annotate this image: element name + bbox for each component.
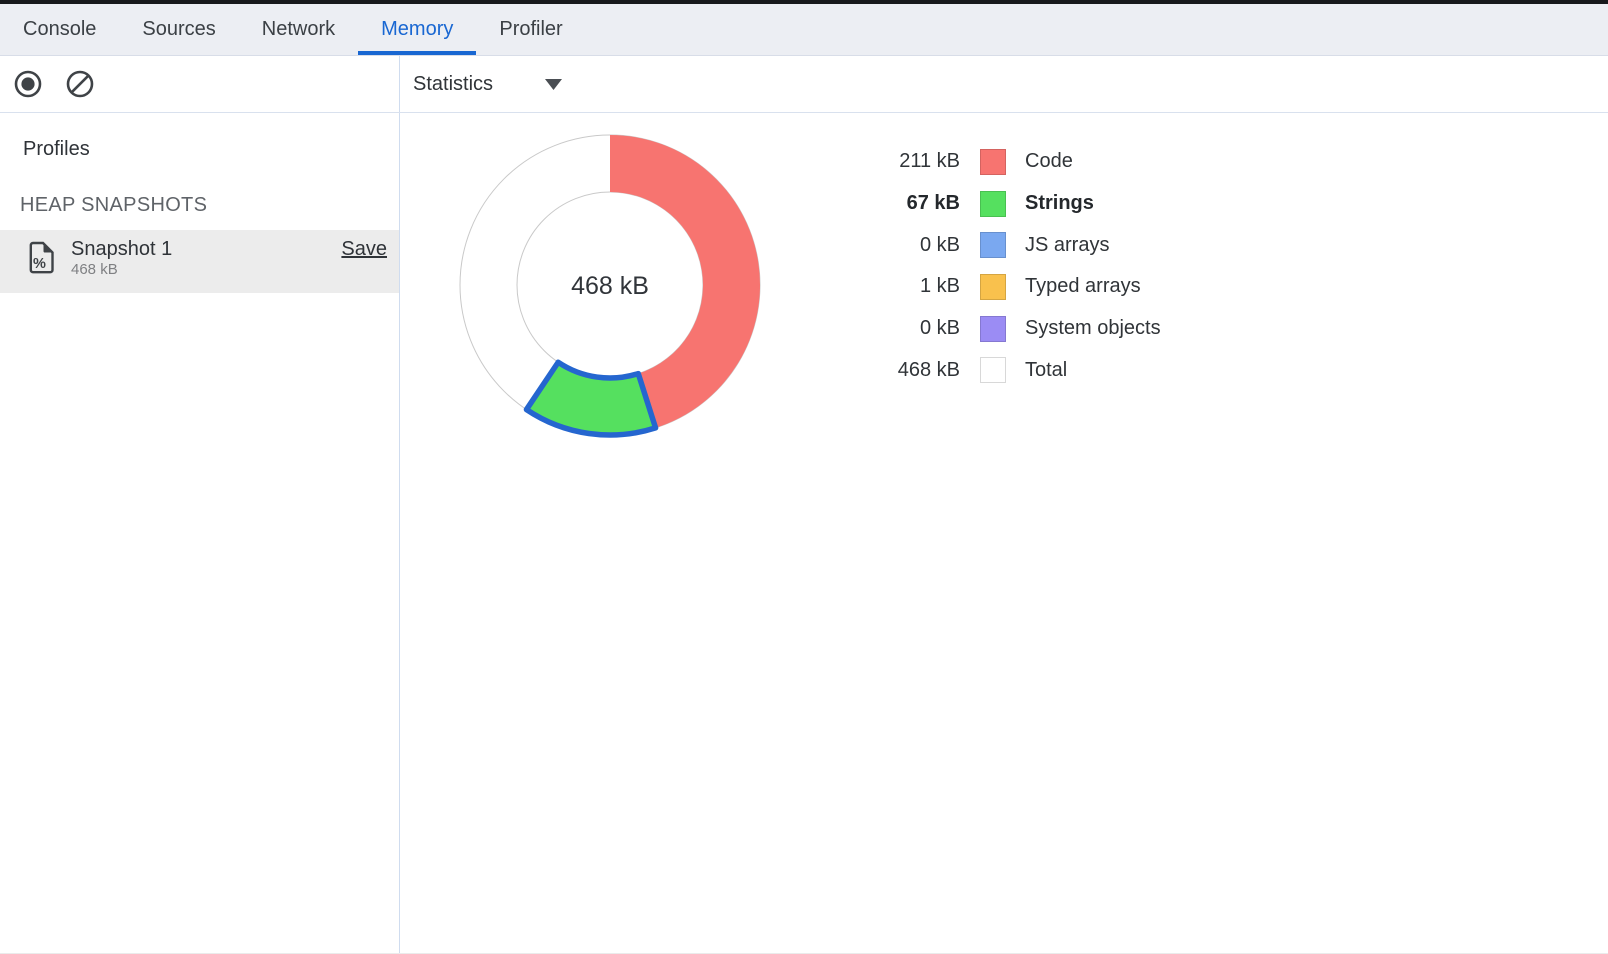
record-heap-snapshot-button[interactable] [13, 69, 43, 99]
legend-row-typed-arrays[interactable]: 1 kB Typed arrays [850, 266, 1161, 308]
snapshot-save-link[interactable]: Save [341, 238, 387, 261]
legend-swatch [980, 316, 1006, 342]
snapshot-list-item[interactable]: % Snapshot 1 468 kB Save [0, 230, 399, 293]
legend-label: Strings [1025, 192, 1094, 215]
legend-row-js-arrays[interactable]: 0 kB JS arrays [850, 224, 1161, 266]
tab-console[interactable]: Console [0, 4, 119, 55]
legend-value: 211 kB [850, 150, 960, 173]
snapshot-name: Snapshot 1 [71, 238, 172, 261]
snapshot-size: 468 kB [71, 261, 172, 279]
legend-row-strings[interactable]: 67 kB Strings [850, 183, 1161, 225]
legend-swatch [980, 274, 1006, 300]
toolbar-left [0, 56, 400, 112]
legend-value: 468 kB [850, 359, 960, 382]
legend-swatch [980, 149, 1006, 175]
legend-value: 0 kB [850, 234, 960, 257]
devtools-window: Console Sources Network Memory Profiler [0, 0, 1608, 954]
chart-legend: 211 kB Code 67 kB Strings 0 kB JS arrays… [850, 141, 1161, 391]
tab-memory[interactable]: Memory [358, 4, 476, 55]
clear-circle-slash-icon [65, 69, 95, 99]
heap-snapshots-section-header: HEAP SNAPSHOTS [20, 194, 399, 217]
memory-toolbar: Statistics [0, 56, 1608, 113]
pie-slice-strings[interactable] [526, 362, 655, 435]
legend-swatch [980, 191, 1006, 217]
tab-profiler[interactable]: Profiler [476, 4, 585, 55]
snapshot-texts: Snapshot 1 468 kB [71, 238, 172, 279]
legend-label: Total [1025, 359, 1067, 382]
svg-text:%: % [33, 256, 46, 272]
clear-profiles-button[interactable] [65, 69, 95, 99]
panel-content: Profiles HEAP SNAPSHOTS % Snapshot 1 468… [0, 113, 1608, 954]
legend-swatch [980, 232, 1006, 258]
profiles-sidebar: Profiles HEAP SNAPSHOTS % Snapshot 1 468… [0, 113, 400, 954]
legend-label: System objects [1025, 317, 1161, 340]
dropdown-triangle-icon [545, 79, 562, 90]
tab-network[interactable]: Network [239, 4, 358, 55]
tab-sources[interactable]: Sources [119, 4, 238, 55]
donut-center-label: 468 kB [571, 272, 649, 300]
legend-value: 0 kB [850, 317, 960, 340]
panel-tabbar: Console Sources Network Memory Profiler [0, 4, 1608, 56]
perspective-dropdown-value: Statistics [413, 73, 493, 96]
heap-snapshot-document-icon: % [28, 241, 55, 279]
legend-value: 67 kB [850, 192, 960, 215]
legend-row-code[interactable]: 211 kB Code [850, 141, 1161, 183]
legend-label: JS arrays [1025, 234, 1109, 257]
legend-label: Typed arrays [1025, 275, 1141, 298]
legend-label: Code [1025, 150, 1073, 173]
perspective-dropdown[interactable]: Statistics [413, 73, 562, 96]
legend-swatch [980, 357, 1006, 383]
statistics-view: 468 kB 211 kB Code 67 kB Strings 0 kB JS… [400, 113, 1608, 954]
legend-row-system-objects[interactable]: 0 kB System objects [850, 308, 1161, 350]
legend-value: 1 kB [850, 275, 960, 298]
sidebar-title: Profiles [23, 138, 399, 161]
legend-row-total[interactable]: 468 kB Total [850, 349, 1161, 391]
record-circle-icon [13, 69, 43, 99]
toolbar-right: Statistics [400, 56, 1608, 112]
heap-statistics-donut-chart: 468 kB [455, 130, 765, 440]
